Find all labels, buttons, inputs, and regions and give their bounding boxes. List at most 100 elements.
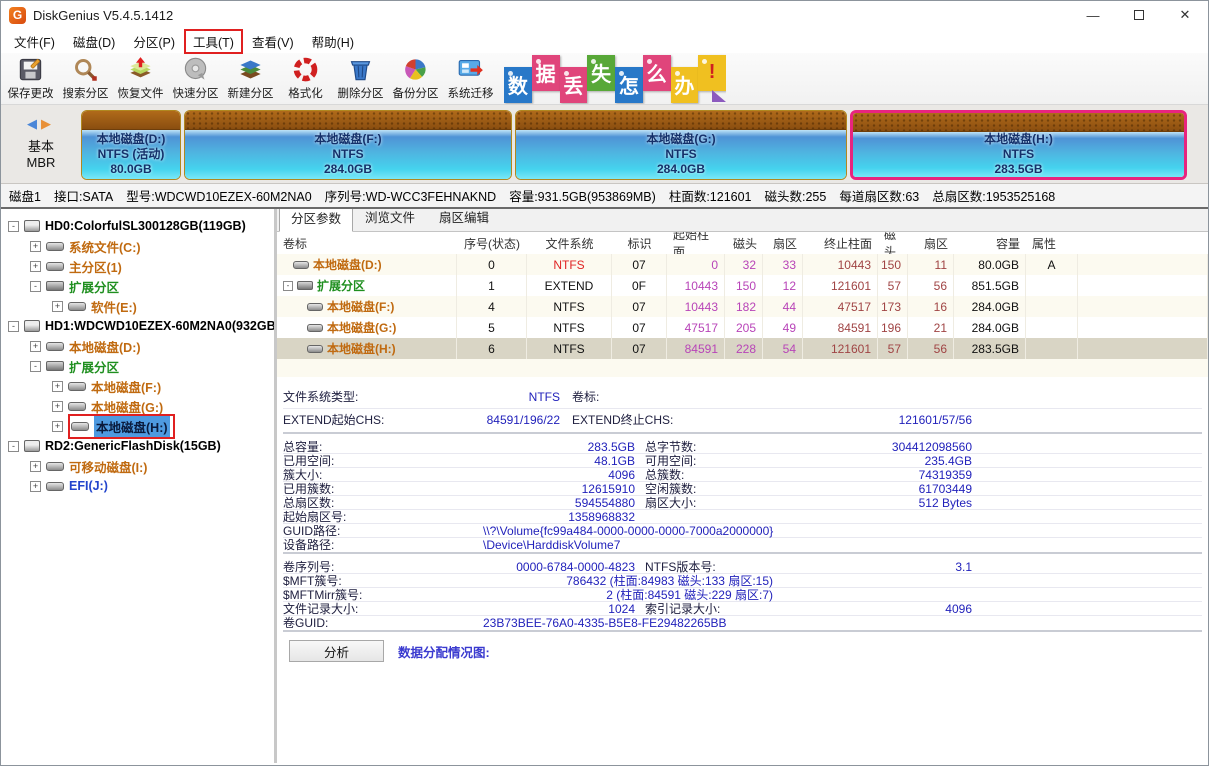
table-row-h-selected[interactable]: 本地磁盘(H:) 6 NTFS 07 84591 228 54 121601 5… (277, 338, 1208, 359)
partition-name: 本地磁盘(D:) (97, 132, 166, 147)
tree-item-primary-1[interactable]: + 主分区(1) (1, 256, 274, 276)
tree-item-h[interactable]: + 本地磁盘(H:) (1, 416, 274, 436)
banner-tile: ! (698, 55, 726, 91)
toolbar-button-new-partition[interactable]: 新建分区 (223, 54, 278, 104)
toolbar-button-recover-files[interactable]: 恢复文件 (113, 54, 168, 104)
collapse-icon[interactable]: - (30, 281, 41, 292)
toolbar-button-save-changes[interactable]: 保存更改 (3, 54, 58, 104)
tab-partition-params[interactable]: 分区参数 (279, 209, 353, 232)
backup-partition-icon (402, 56, 429, 83)
banner-triangle-icon (712, 90, 726, 102)
menu-item-tools[interactable]: 工具(T) (184, 29, 243, 54)
disk-info-field: 序列号:WD-WCC3FEHNAKND (325, 186, 497, 205)
extended-partition-icon (297, 281, 313, 290)
partition-block-header (516, 111, 846, 130)
analysis-footer: 分析 数据分配情况图: (289, 640, 1202, 662)
toolbar-button-backup-partition[interactable]: 备份分区 (388, 54, 443, 104)
expand-icon[interactable]: + (30, 481, 41, 492)
expand-icon[interactable]: + (52, 421, 63, 432)
disk-info-field: 型号:WDCWD10EZEX-60M2NA0 (126, 186, 311, 205)
detail-row-device-path: 设备路径: \Device\HarddiskVolume7 (283, 538, 1202, 552)
tree-item-hd0[interactable]: - HD0:ColorfulSL300128GB(119GB) (1, 216, 274, 236)
banner-tile: 办 (671, 67, 699, 103)
tab-sector-edit[interactable]: 扇区编辑 (427, 209, 501, 231)
tree-item-rd2[interactable]: - RD2:GenericFlashDisk(15GB) (1, 436, 274, 456)
partition-block-h[interactable]: 本地磁盘(H:) NTFS 283.5GB (850, 110, 1187, 180)
banner-tile: 丢 (560, 67, 588, 103)
disk-info-field: 容量:931.5GB(953869MB) (509, 186, 656, 205)
toolbar-button-system-migrate[interactable]: 系统迁移 (443, 54, 498, 104)
details-section-capacity: 总容量: 283.5GB 总字节数: 304412098560 已用空间: 48… (283, 440, 1202, 554)
analyze-button[interactable]: 分析 (289, 640, 384, 662)
expand-icon[interactable]: + (30, 341, 41, 352)
partition-table: 卷标 序号(状态) 文件系统 标识 起始柱面 磁头 扇区 终止柱面 磁头 扇区 … (277, 232, 1208, 377)
toolbar-button-format[interactable]: 格式化 (278, 54, 333, 104)
window-title: DiskGenius V5.4.5.1412 (33, 8, 173, 23)
expand-icon[interactable]: + (30, 241, 41, 252)
menu-item-view[interactable]: 查看(V) (243, 30, 303, 53)
partition-block-f[interactable]: 本地磁盘(F:) NTFS 284.0GB (184, 110, 512, 180)
tree-item-extended-hd0[interactable]: - 扩展分区 (1, 276, 274, 296)
ad-banner[interactable]: 数 据 丢 失 怎 么 办 ! (504, 54, 726, 104)
tree-item-hd1[interactable]: - HD1:WDCWD10EZEX-60M2NA0(932GB) (1, 316, 274, 336)
menu-item-help[interactable]: 帮助(H) (303, 30, 363, 53)
detail-row: EXTEND起始CHS: 84591/196/22 EXTEND终止CHS: 1… (283, 409, 1202, 432)
toolbar-button-search-partition[interactable]: 搜索分区 (58, 54, 113, 104)
title-bar: G DiskGenius V5.4.5.1412 — ✕ (1, 1, 1208, 29)
toolbar-button-quick-partition[interactable]: 快速分区 (168, 54, 223, 104)
disk-info-field: 总扇区数:1953525168 (932, 186, 1055, 205)
tree-item-d[interactable]: + 本地磁盘(D:) (1, 336, 274, 356)
detail-row-mft: $MFT簇号: 786432 (柱面:84983 磁头:133 扇区:15) (283, 574, 1202, 588)
prev-disk-arrow-icon[interactable]: ◀ (27, 116, 41, 131)
detail-row-guid-path: GUID路径: \\?\Volume{fc99a484-0000-0000-00… (283, 524, 1202, 538)
collapse-icon[interactable]: - (30, 361, 41, 372)
extended-partition-icon (46, 361, 64, 371)
table-row-g[interactable]: 本地磁盘(G:) 5 NTFS 07 47517 205 49 84591 19… (277, 317, 1208, 338)
tab-browse-files[interactable]: 浏览文件 (353, 209, 427, 231)
partition-size: 283.5GB (994, 162, 1042, 177)
expand-icon[interactable]: + (30, 261, 41, 272)
partition-block-g[interactable]: 本地磁盘(G:) NTFS 284.0GB (515, 110, 847, 180)
tree-item-extended-hd1[interactable]: - 扩展分区 (1, 356, 274, 376)
tree-item-f[interactable]: + 本地磁盘(F:) (1, 376, 274, 396)
expand-icon[interactable]: + (52, 301, 63, 312)
menu-item-file[interactable]: 文件(F) (5, 30, 64, 53)
partition-icon (307, 345, 323, 353)
recover-files-icon (127, 56, 154, 83)
annotation-box: 本地磁盘(H:) (68, 414, 175, 439)
tree-item-j[interactable]: + EFI(J:) (1, 476, 274, 496)
minimize-button[interactable]: — (1070, 1, 1116, 29)
next-disk-arrow-icon[interactable]: ▶ (41, 116, 55, 131)
collapse-icon[interactable]: - (8, 221, 19, 232)
maximize-icon (1134, 10, 1144, 20)
maximize-button[interactable] (1116, 1, 1162, 29)
tree-item-i[interactable]: + 可移动磁盘(I:) (1, 456, 274, 476)
toolbar-button-delete-partition[interactable]: 删除分区 (333, 54, 388, 104)
new-partition-icon (237, 56, 264, 83)
partition-block-header (185, 111, 511, 130)
collapse-icon[interactable]: - (8, 441, 19, 452)
partition-block-d[interactable]: 本地磁盘(D:) NTFS (活动) 80.0GB (81, 110, 181, 180)
tree-item-e[interactable]: + 软件(E:) (1, 296, 274, 316)
disk-partition-bar: ◀▶ 基本 MBR 本地磁盘(D:) NTFS (活动) 80.0GB 本地磁盘… (1, 105, 1208, 184)
partition-size: 80.0GB (110, 162, 151, 177)
collapse-icon[interactable]: - (8, 321, 19, 332)
partition-icon (293, 261, 309, 269)
table-row-extended[interactable]: -扩展分区 1 EXTEND 0F 10443 150 12 121601 57… (277, 275, 1208, 296)
close-button[interactable]: ✕ (1162, 1, 1208, 29)
menu-item-disk[interactable]: 磁盘(D) (64, 30, 124, 53)
partition-icon (68, 302, 86, 311)
expand-icon[interactable]: + (30, 461, 41, 472)
menu-item-partition[interactable]: 分区(P) (124, 30, 184, 53)
table-row-f[interactable]: 本地磁盘(F:) 4 NTFS 07 10443 182 44 47517 17… (277, 296, 1208, 317)
partition-icon (71, 422, 89, 431)
expand-icon[interactable]: + (52, 381, 63, 392)
partition-icon (307, 303, 323, 311)
expand-icon[interactable]: + (52, 401, 63, 412)
detail-row: 总扇区数: 594554880 扇区大小: 512 Bytes (283, 496, 1202, 510)
tree-item-c[interactable]: + 系统文件(C:) (1, 236, 274, 256)
table-row-d[interactable]: 本地磁盘(D:) 0 NTFS 07 0 32 33 10443 150 11 … (277, 254, 1208, 275)
collapse-icon[interactable]: - (283, 281, 293, 291)
detail-row: 文件系统类型: NTFS 卷标: (283, 386, 1202, 409)
delete-partition-icon (347, 56, 374, 83)
